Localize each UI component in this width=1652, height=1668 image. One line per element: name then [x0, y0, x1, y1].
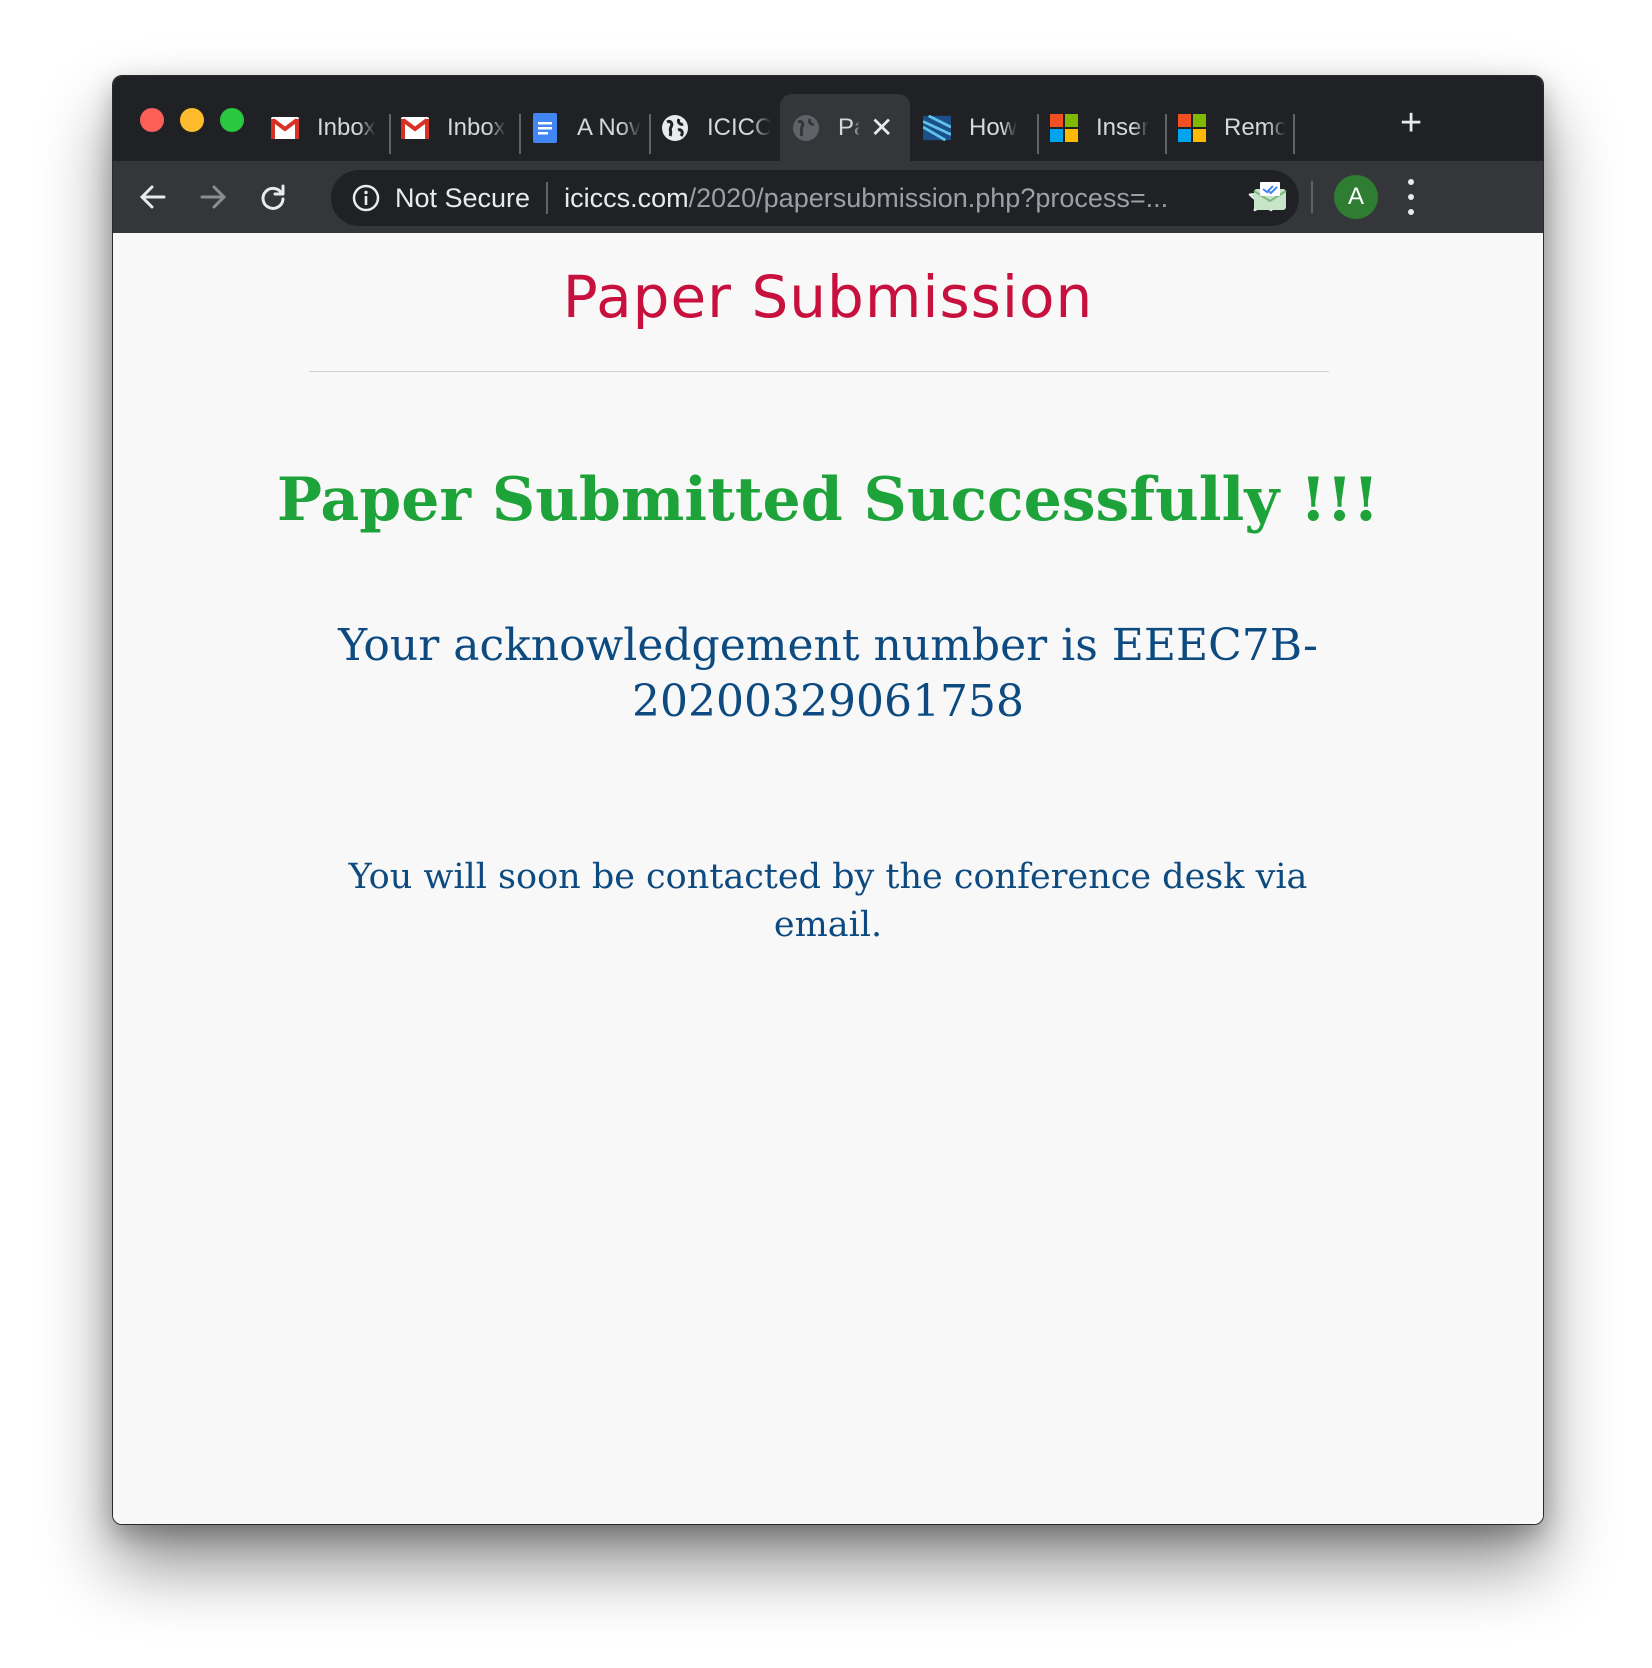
tab-title: A Nov: [577, 113, 642, 141]
contact-message: You will soon be contacted by the confer…: [348, 857, 1308, 945]
minimize-window-button[interactable]: [180, 108, 204, 132]
toolbar-separator: [1311, 181, 1313, 213]
browser-window: Inbox Inbox A Nov ICICC P ✕ How Inser Re…: [112, 75, 1544, 1525]
profile-avatar[interactable]: A: [1334, 175, 1378, 219]
url-host: iciccs.com: [564, 182, 689, 213]
tab-title: Pa: [838, 113, 860, 141]
tab-title: ICICC: [707, 113, 771, 141]
close-window-button[interactable]: [140, 108, 164, 132]
new-tab-button[interactable]: +: [1400, 103, 1422, 143]
back-arrow-icon[interactable]: [135, 179, 171, 215]
acknowledgement-line-1: Your acknowledgement number is EEEC7B-: [338, 620, 1318, 671]
gmail-icon: [401, 114, 429, 142]
close-tab-icon[interactable]: ✕: [870, 111, 893, 144]
microsoft-icon: [1050, 113, 1078, 142]
tab-inser[interactable]: Inser: [1050, 94, 1158, 161]
tab-title: How: [969, 113, 1018, 141]
tab-a-nov[interactable]: A Nov: [531, 94, 643, 161]
tab-separator: [1293, 114, 1295, 154]
microsoft-icon: [1178, 113, 1206, 142]
forward-arrow-icon[interactable]: [195, 179, 231, 215]
info-icon[interactable]: [351, 183, 381, 213]
tab-separator: [519, 114, 521, 154]
tab-title: Inser: [1096, 113, 1150, 141]
tab-inbox-1[interactable]: Inbox: [271, 94, 381, 161]
title-divider: [309, 371, 1329, 372]
globe-icon: [661, 114, 689, 142]
acknowledgement-message: Your acknowledgement number is EEEC7B- 2…: [328, 618, 1328, 730]
tab-separator: [1037, 114, 1039, 154]
maximize-window-button[interactable]: [220, 108, 244, 132]
gmail-icon: [271, 114, 299, 142]
tab-remo[interactable]: Remo: [1178, 94, 1286, 161]
tab-title: Inbox: [317, 113, 376, 141]
tab-title: Remo: [1224, 113, 1286, 141]
tab-separator: [649, 114, 651, 154]
reload-icon[interactable]: [255, 179, 291, 215]
tab-separator: [389, 114, 391, 154]
tab-separator: [1165, 114, 1167, 154]
google-docs-icon: [531, 112, 559, 143]
security-status[interactable]: Not Secure: [395, 183, 530, 214]
tab-title: Inbox: [447, 113, 506, 141]
omnibox-divider: [546, 182, 549, 214]
tab-icicc[interactable]: ICICC: [661, 94, 771, 161]
tab-strip: Inbox Inbox A Nov ICICC P ✕ How Inser Re…: [113, 76, 1543, 161]
globe-icon: [792, 114, 820, 142]
page-title: Paper Submission: [562, 263, 1094, 331]
browser-toolbar: Not Secure iciccs.com/2020/papersubmissi…: [113, 161, 1543, 233]
site-favicon-icon: [923, 114, 951, 142]
acknowledgement-number: 20200329061758: [632, 676, 1024, 727]
address-bar[interactable]: Not Secure iciccs.com/2020/papersubmissi…: [331, 170, 1299, 226]
success-message: Paper Submitted Successfully !!!: [276, 465, 1380, 535]
tab-inbox-2[interactable]: Inbox: [401, 94, 511, 161]
extension-mail-icon[interactable]: [1253, 181, 1287, 211]
page-content: Paper Submission Paper Submitted Success…: [113, 233, 1543, 1524]
kebab-menu-icon[interactable]: [1403, 179, 1419, 215]
tab-how[interactable]: How: [923, 94, 1028, 161]
tab-paper-submission[interactable]: Pa ✕: [780, 94, 910, 161]
url-path: /2020/papersubmission.php?process=...: [688, 182, 1169, 213]
